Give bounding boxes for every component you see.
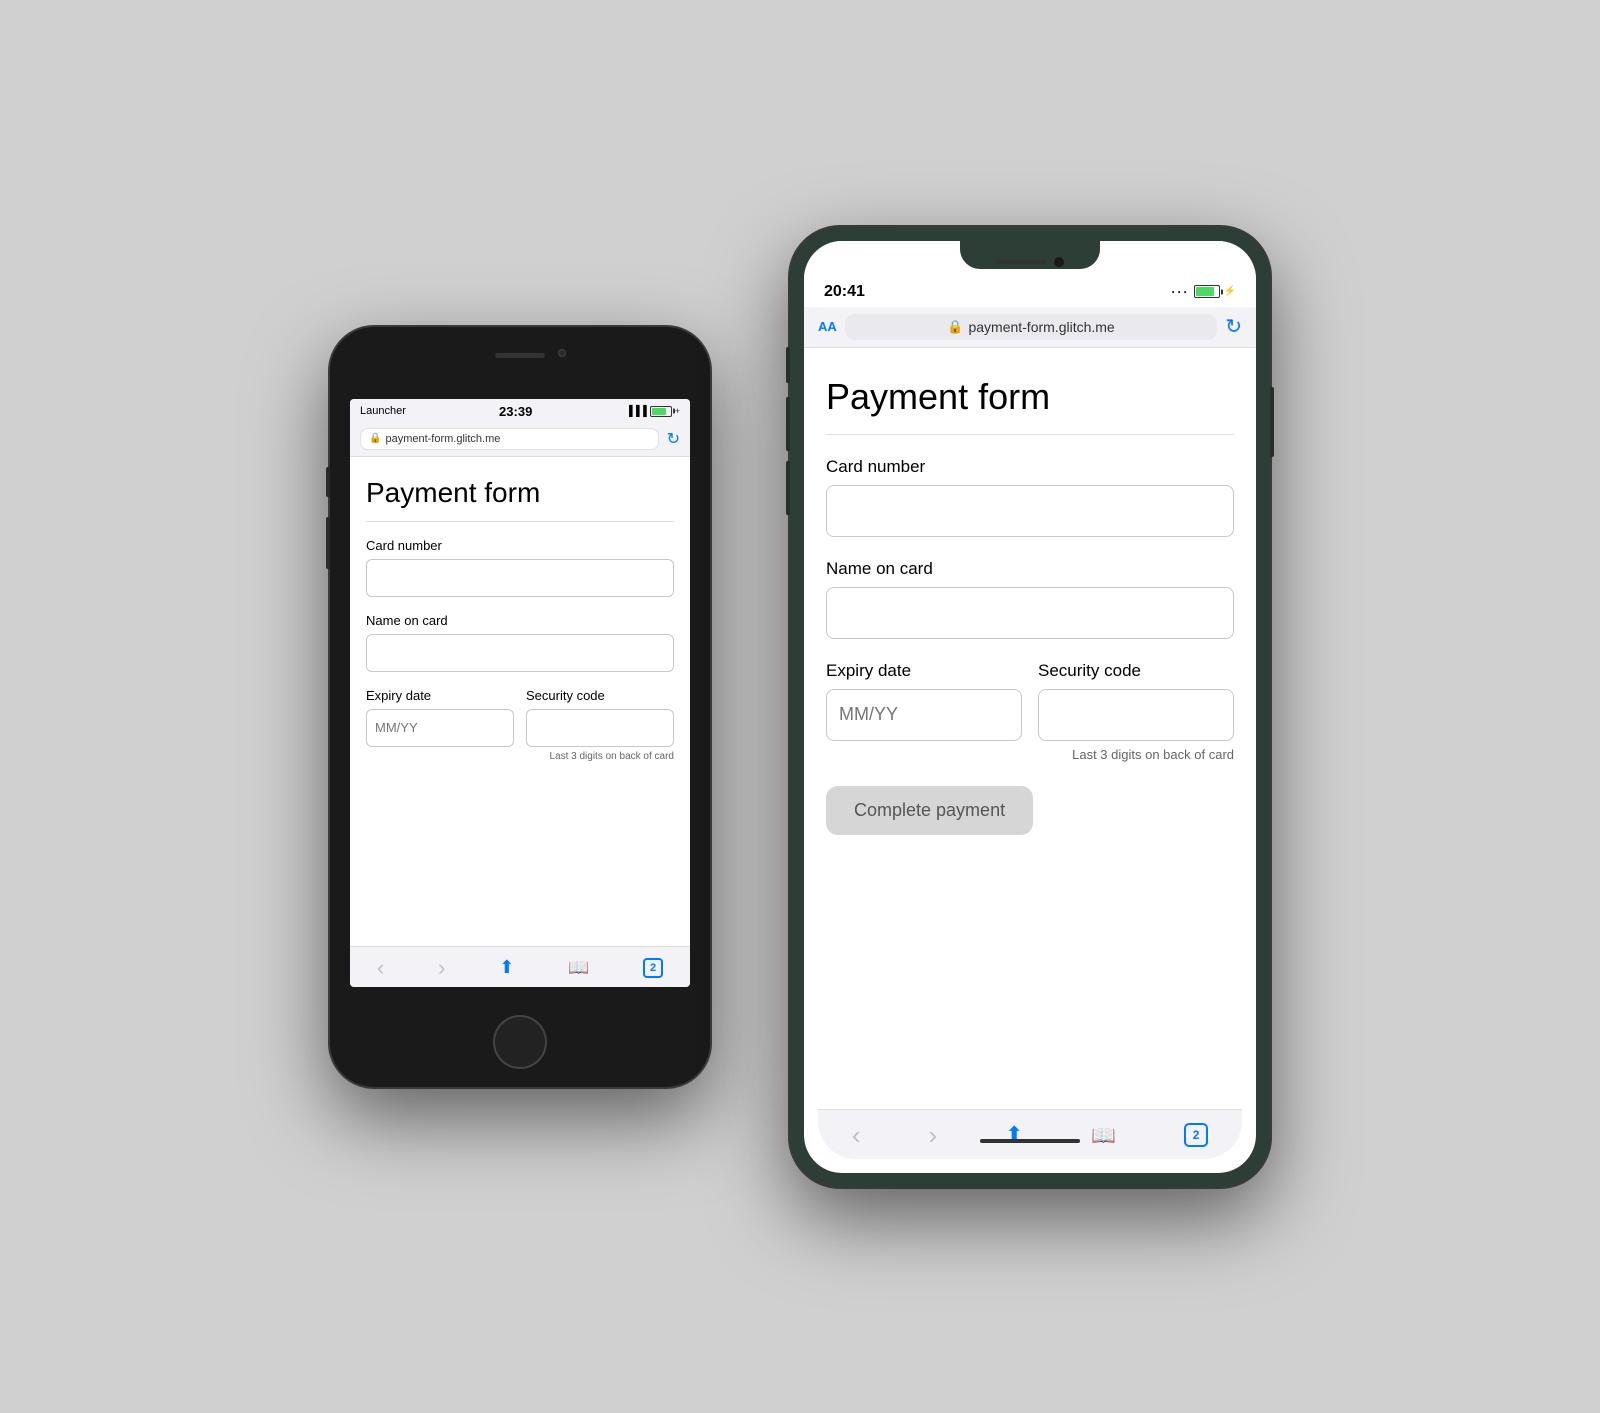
name-input-large[interactable] <box>826 587 1234 639</box>
expiry-group-large: Expiry date <box>826 661 1022 762</box>
page-title-large: Payment form <box>826 376 1234 435</box>
page-title: Payment form <box>366 477 674 522</box>
battery-icon-large <box>1194 285 1220 298</box>
tabs-button[interactable]: 2 <box>643 958 663 978</box>
expiry-group: Expiry date <box>366 688 514 762</box>
url-pill-large[interactable]: 🔒 payment-form.glitch.me <box>845 314 1217 340</box>
large-phone-screen: 20:41 ··· ⚡ AA 🔒 payment-form.glitch.me … <box>804 241 1256 1173</box>
vol-down-button[interactable] <box>786 461 790 515</box>
page-content-large: Payment form Card number Name on card Ex… <box>804 348 1256 863</box>
security-label: Security code <box>526 688 674 703</box>
url-bar-large[interactable]: AA 🔒 payment-form.glitch.me ↻ <box>804 307 1256 348</box>
lock-icon: 🔒 <box>369 433 381 444</box>
power-button[interactable] <box>1270 387 1274 457</box>
name-label: Name on card <box>366 613 674 628</box>
aa-button[interactable]: AA <box>818 319 837 334</box>
camera-dot <box>1054 257 1064 267</box>
url-text-large: payment-form.glitch.me <box>968 319 1114 335</box>
speaker <box>495 353 545 358</box>
back-button[interactable]: ‹ <box>377 955 384 981</box>
submit-button-large[interactable]: Complete payment <box>826 786 1033 835</box>
tabs-button-large[interactable]: 2 <box>1184 1123 1208 1147</box>
page-content: Payment form Card number Name on card Ex… <box>350 457 690 946</box>
forward-button-large[interactable]: › <box>928 1120 937 1151</box>
back-button-large[interactable]: ‹ <box>852 1120 861 1151</box>
status-icons: ··· ⚡ <box>1172 285 1236 299</box>
bookmarks-button[interactable]: 📖 <box>568 958 589 978</box>
speaker-large <box>996 260 1046 264</box>
status-time: 23:39 <box>499 404 532 419</box>
large-phone: 20:41 ··· ⚡ AA 🔒 payment-form.glitch.me … <box>790 227 1270 1187</box>
share-button-large[interactable]: ⬆ <box>1005 1122 1023 1148</box>
expiry-input[interactable] <box>366 709 514 747</box>
security-group: Security code Last 3 digits on back of c… <box>526 688 674 762</box>
card-number-group-large: Card number <box>826 457 1234 537</box>
signal-icon: ▐▐▐ <box>625 406 646 417</box>
launcher-label: Launcher <box>360 405 406 417</box>
battery-fill <box>652 408 666 415</box>
security-hint: Last 3 digits on back of card <box>526 751 674 762</box>
status-bar: Launcher 23:39 ▐▐▐ + <box>350 399 690 422</box>
vol-up-button[interactable] <box>786 397 790 451</box>
name-group-large: Name on card <box>826 559 1234 639</box>
battery-icon <box>650 406 672 417</box>
notch <box>960 241 1100 269</box>
card-number-input-large[interactable] <box>826 485 1234 537</box>
card-number-input[interactable] <box>366 559 674 597</box>
battery-container: ▐▐▐ + <box>625 406 680 417</box>
url-bar[interactable]: 🔒 payment-form.glitch.me ↻ <box>350 422 690 457</box>
charging-icon-large: ⚡ <box>1224 286 1236 297</box>
lock-icon-large: 🔒 <box>947 319 963 335</box>
url-pill[interactable]: 🔒 payment-form.glitch.me <box>360 428 659 450</box>
forward-button[interactable]: › <box>438 955 445 981</box>
mute-button[interactable] <box>786 347 790 383</box>
status-time-large: 20:41 <box>824 283 865 301</box>
name-group: Name on card <box>366 613 674 672</box>
bottom-toolbar: ‹ › ⬆ 📖 2 <box>350 946 690 987</box>
security-group-large: Security code Last 3 digits on back of c… <box>1038 661 1234 762</box>
card-number-label: Card number <box>366 538 674 553</box>
url-text: payment-form.glitch.me <box>385 433 500 445</box>
security-input[interactable] <box>526 709 674 747</box>
dots-icon: ··· <box>1172 285 1190 299</box>
home-indicator <box>980 1139 1080 1143</box>
security-label-large: Security code <box>1038 661 1234 681</box>
expiry-label-large: Expiry date <box>826 661 1022 681</box>
expiry-security-row: Expiry date Security code Last 3 digits … <box>366 688 674 762</box>
bookmarks-button-large[interactable]: 📖 <box>1091 1123 1116 1148</box>
small-phone-screen: Launcher 23:39 ▐▐▐ + 🔒 payment-form.glit… <box>350 399 690 987</box>
charging-icon: + <box>675 406 680 416</box>
refresh-button[interactable]: ↻ <box>667 429 680 449</box>
home-button[interactable] <box>493 1015 547 1069</box>
share-button[interactable]: ⬆ <box>499 957 514 978</box>
card-number-label-large: Card number <box>826 457 1234 477</box>
small-phone: Launcher 23:39 ▐▐▐ + 🔒 payment-form.glit… <box>330 327 710 1087</box>
name-label-large: Name on card <box>826 559 1234 579</box>
security-input-large[interactable] <box>1038 689 1234 741</box>
refresh-button-large[interactable]: ↻ <box>1225 314 1242 339</box>
battery-fill-large <box>1196 287 1215 296</box>
bottom-toolbar-large: ‹ › ⬆ 📖 2 <box>818 1109 1242 1159</box>
camera-area <box>996 257 1064 267</box>
expiry-security-row-large: Expiry date Security code Last 3 digits … <box>826 661 1234 762</box>
expiry-input-large[interactable] <box>826 689 1022 741</box>
card-number-group: Card number <box>366 538 674 597</box>
expiry-label: Expiry date <box>366 688 514 703</box>
security-hint-large: Last 3 digits on back of card <box>1038 747 1234 762</box>
name-input[interactable] <box>366 634 674 672</box>
camera <box>558 349 566 357</box>
